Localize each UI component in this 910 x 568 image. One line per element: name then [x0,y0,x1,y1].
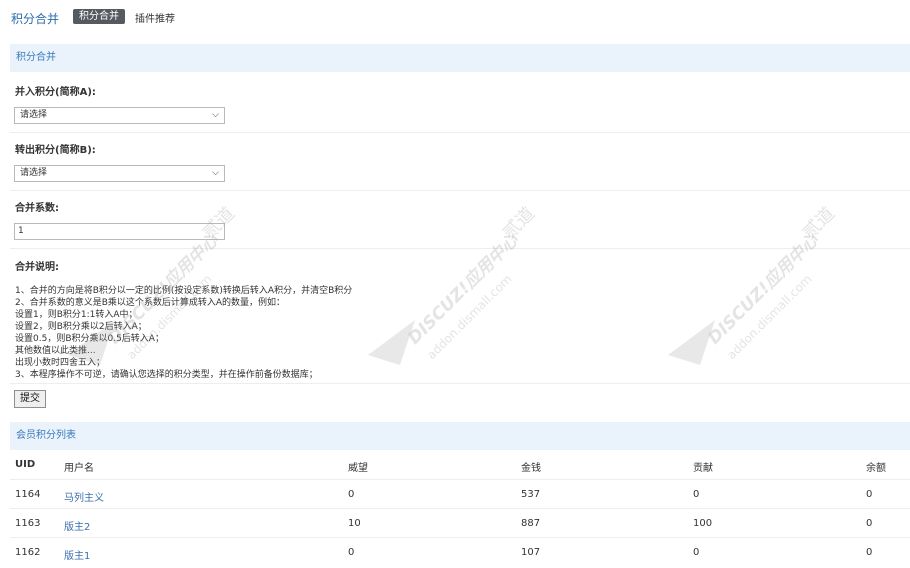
divider [10,132,910,133]
cell-contribution: 0 [693,489,700,500]
watermark-logo: DISCUZ!应用中心 addon.dismall.com 贰道 [368,203,539,365]
watermark-text-sub: addon.dismall.com [724,272,814,362]
label-source-suffix: ): [87,145,96,156]
divider [10,190,910,191]
label-target-credit: 并入积分(简称A): [15,83,96,98]
cell-uid: 1162 [15,547,41,558]
column-header-uid: UID [15,459,36,470]
description-line: 3、本程序操作不可逆，请确认您选择的积分类型，并在操作前备份数据库； [15,370,318,380]
label-target-prefix: 并入积分(简称 [15,87,80,98]
chevron-down-icon: ⌵ [212,110,219,120]
cell-username-link[interactable]: 马列主义 [64,489,104,504]
cell-prestige: 10 [348,518,361,529]
label-merge-description: 合并说明: [15,262,59,273]
members-section-header: 会员积分列表 [10,422,910,450]
select-source-credit[interactable]: 请选择 ⌵ [14,165,225,182]
cell-balance: 0 [866,489,873,500]
cell-prestige: 0 [348,489,355,500]
cell-contribution: 100 [693,518,713,529]
cell-balance: 0 [866,547,873,558]
cell-money: 887 [521,518,541,529]
tab-plugin-recommend[interactable]: 插件推荐 [135,10,175,25]
cell-uid: 1164 [15,489,41,500]
chevron-down-icon: ⌵ [212,168,219,178]
submit-button[interactable]: 提交 [14,390,46,408]
divider [10,248,910,249]
table-row: 1163 版主2 10 887 100 0 [10,508,910,537]
label-source-prefix: 转出积分(简称 [15,145,80,156]
label-target-suffix: ): [87,87,96,98]
cell-username-link[interactable]: 版主2 [64,518,90,533]
watermark-text-sub: addon.dismall.com [424,272,514,362]
cell-money: 537 [521,489,541,500]
column-header-prestige: 威望 [348,463,368,474]
select-target-value: 请选择 [20,110,48,120]
select-target-credit[interactable]: 请选择 ⌵ [14,107,225,124]
select-source-value: 请选择 [20,168,48,178]
watermark-logo: DISCUZ!应用中心 addon.dismall.com 贰道 [668,203,839,365]
cell-contribution: 0 [693,547,700,558]
column-header-balance: 余额 [866,463,886,474]
tab-merge[interactable]: 积分合并 [73,9,125,24]
merge-section-header: 积分合并 [10,44,910,72]
column-header-contribution: 贡献 [693,463,713,474]
top-nav: 积分合并 积分合并 插件推荐 [0,0,910,34]
divider [10,383,910,384]
column-header-username: 用户名 [64,463,94,474]
cell-username-link[interactable]: 版主1 [64,547,90,562]
coefficient-value: 1 [18,226,24,236]
column-header-money: 金钱 [521,463,541,474]
label-merge-coefficient: 合并系数: [15,203,59,214]
cell-uid: 1163 [15,518,41,529]
members-section-title: 会员积分列表 [16,430,76,441]
watermark-text-brand: 贰道 [799,203,839,243]
cell-prestige: 0 [348,547,355,558]
coefficient-input[interactable]: 1 [14,223,225,240]
watermark-text-brand: 贰道 [499,203,539,243]
cell-balance: 0 [866,518,873,529]
page-title[interactable]: 积分合并 [11,10,59,27]
table-row: 1164 马列主义 0 537 0 0 [10,479,910,508]
table-row: 1162 版主1 0 107 0 0 [10,537,910,566]
merge-section-title: 积分合并 [16,52,56,63]
label-source-credit: 转出积分(简称B): [15,141,96,156]
cell-money: 107 [521,547,541,558]
